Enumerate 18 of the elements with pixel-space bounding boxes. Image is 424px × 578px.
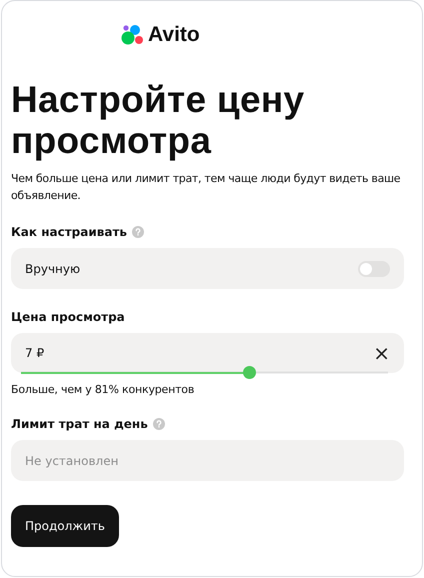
- option-label: Вручную: [25, 262, 80, 276]
- section-label: Как настраивать: [11, 225, 128, 239]
- continue-button[interactable]: Продолжить: [11, 505, 119, 547]
- competitor-hint: Больше, чем у 81% конкурентов: [11, 383, 196, 396]
- mode-field[interactable]: Вручную: [11, 248, 404, 289]
- logo-text: Avito: [148, 23, 200, 47]
- section-label: Лимит трат на день: [11, 417, 148, 431]
- section-label: Цена просмотра: [11, 310, 125, 324]
- logo-icon: [121, 24, 145, 46]
- price-value: 7 ₽: [25, 346, 44, 360]
- help-icon[interactable]: [132, 226, 144, 238]
- description: Чем больше цена или лимит трат, тем чаще люди будут видеть ваше объявление.: [11, 171, 402, 204]
- page-title: Настройте цену просмотра: [11, 79, 306, 161]
- limit-field[interactable]: Не установлен: [11, 440, 404, 481]
- toggle-switch[interactable]: [358, 260, 390, 276]
- help-icon[interactable]: [152, 418, 165, 430]
- clear-button[interactable]: ×: [369, 343, 394, 363]
- price-field[interactable]: 7 ₽ ×: [11, 333, 404, 373]
